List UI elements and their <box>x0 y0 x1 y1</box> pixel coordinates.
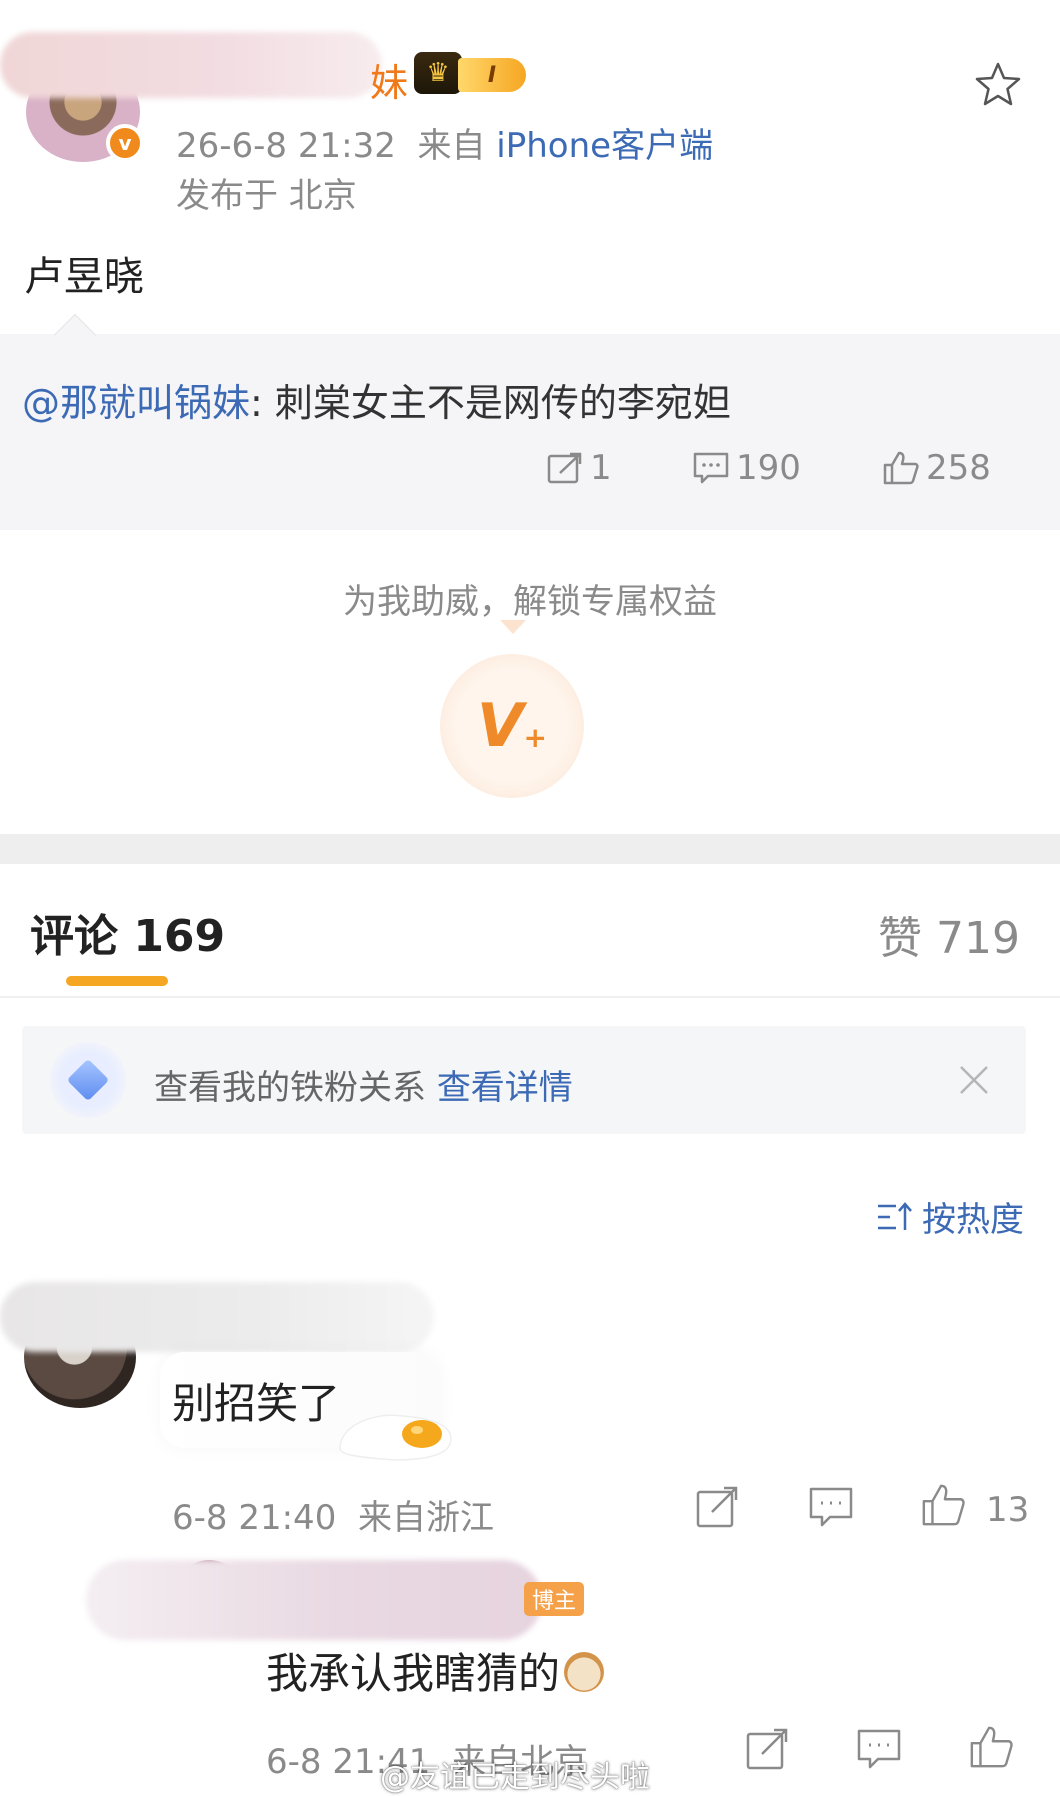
tab-comments[interactable]: 评论 169 <box>30 900 225 964</box>
comment-text: 我承认我瞎猜的 <box>266 1640 605 1701</box>
weibo-watermark: @友谊已走到尽头啦 <box>380 1760 650 1795</box>
reply-icon[interactable] <box>856 1726 902 1772</box>
section-divider <box>0 834 1060 864</box>
sort-by-hot-button[interactable]: 按热度 <box>876 1192 1024 1241</box>
retweeted-post[interactable] <box>0 334 1060 530</box>
redacted-commenter-name <box>0 1282 434 1352</box>
vplus-icon: V <box>477 691 524 761</box>
thumbs-up-icon <box>883 451 919 485</box>
divider <box>0 996 1060 998</box>
tab-likes[interactable]: 赞 719 <box>878 902 1020 966</box>
fried-egg-sticker-icon <box>339 1414 452 1461</box>
retweet-like-count: 258 <box>926 448 991 488</box>
redacted-author-name <box>0 32 382 98</box>
fan-banner-label: 查看我的铁粉关系 <box>154 1068 426 1108</box>
comment-source: 来自浙江 <box>357 1498 494 1538</box>
caret-down-icon <box>500 620 526 634</box>
post-location: 发布于 北京 <box>176 176 357 216</box>
comment-meta: 6-8 21:40 来自浙江 <box>172 1490 494 1539</box>
vplus-plus: + <box>523 720 547 754</box>
share-icon[interactable] <box>694 1484 740 1530</box>
sort-lines-icon <box>878 1201 912 1230</box>
boost-button[interactable]: V + <box>440 654 584 798</box>
retweet-repost-button[interactable]: 1 <box>546 448 612 488</box>
retweet-comment-count: 190 <box>736 448 801 488</box>
crown-icon: ♛ <box>414 52 462 94</box>
post-text: 卢昱晓 <box>24 254 144 300</box>
post-source-prefix: 来自 <box>417 126 486 166</box>
retweet-comment-button[interactable]: 190 <box>692 448 801 488</box>
reply-icon[interactable] <box>808 1484 854 1530</box>
active-tab-indicator <box>66 976 168 986</box>
sort-label: 按热度 <box>922 1200 1024 1240</box>
repost-icon <box>547 452 582 484</box>
favorite-star-icon[interactable] <box>974 60 1022 108</box>
retweet-text: @那就叫锅妹: 刺棠女主不是网传的李宛妲 <box>22 372 731 427</box>
cat-emoji-icon <box>564 1652 605 1692</box>
retweet-repost-count: 1 <box>590 448 612 488</box>
author-badge: 博主 <box>524 1582 584 1616</box>
fan-banner-text: 查看我的铁粉关系 查看详情 <box>154 1060 573 1109</box>
fan-details-link[interactable]: 查看详情 <box>437 1068 573 1108</box>
retweet-body: 刺棠女主不是网传的李宛妲 <box>262 381 731 425</box>
thumbs-up-icon[interactable] <box>920 1482 966 1528</box>
retweet-colon: : <box>250 381 263 425</box>
comment-time: 6-8 21:40 <box>172 1498 337 1538</box>
retweet-mention-link[interactable]: @那就叫锅妹 <box>22 381 250 425</box>
level-badge[interactable]: I <box>458 58 526 92</box>
post-meta: 26-6-8 21:32 来自 iPhone客户端 <box>176 118 713 167</box>
author-name-tail[interactable]: 妹 <box>370 52 408 107</box>
close-icon[interactable] <box>956 1062 992 1098</box>
thumbs-up-icon[interactable] <box>968 1724 1014 1770</box>
comment-like-count: 13 <box>986 1490 1030 1530</box>
retweet-like-button[interactable]: 258 <box>882 448 991 488</box>
share-icon[interactable] <box>744 1726 790 1772</box>
diamond-icon <box>50 1042 126 1118</box>
boost-prompt: 为我助威，解锁专属权益 <box>343 582 717 622</box>
redacted-commenter-name <box>86 1560 542 1640</box>
comment-icon <box>693 452 729 484</box>
post-timestamp: 26-6-8 21:32 <box>176 126 396 166</box>
post-source-link[interactable]: iPhone客户端 <box>496 126 713 166</box>
comment-text-body: 我承认我瞎猜的 <box>266 1649 561 1698</box>
comment-text: 别招笑了 <box>172 1379 341 1428</box>
verified-badge-icon: v <box>106 124 144 162</box>
